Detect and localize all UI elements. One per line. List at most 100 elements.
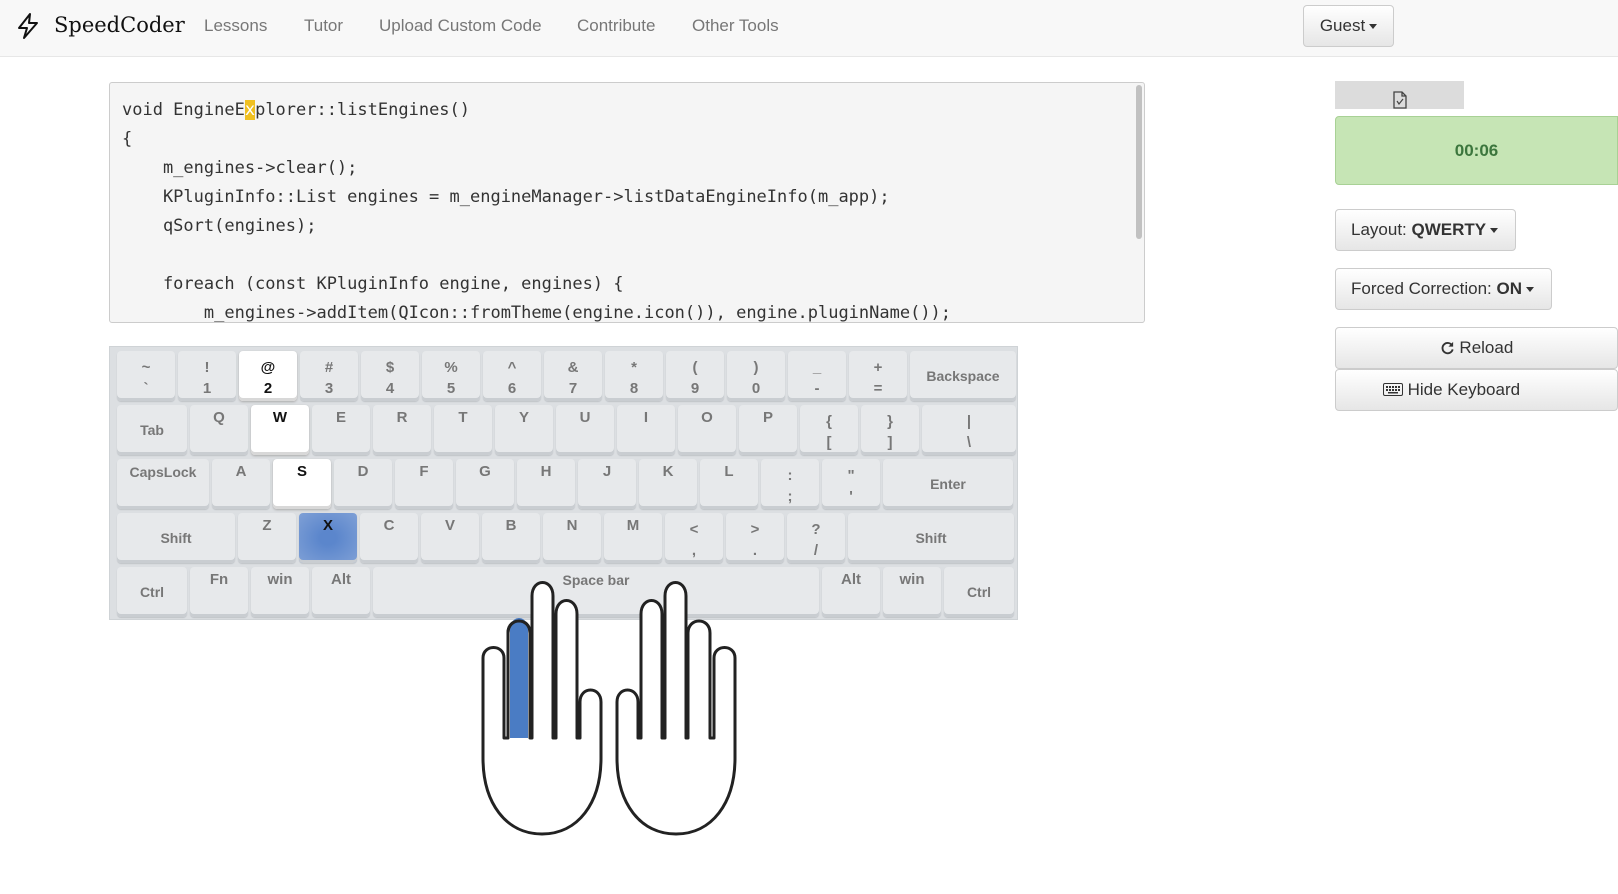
key-symbol[interactable]: >. [726,513,784,563]
key-d[interactable]: D [334,459,392,509]
nav-tutor[interactable]: Tutor [304,16,343,36]
key-shift-label: / [813,542,819,559]
key-v[interactable]: V [421,513,479,563]
key-symbol[interactable]: ! 1 [178,351,236,401]
key-label: > [750,521,760,538]
key-tab[interactable]: Tab [117,405,187,455]
key-f[interactable]: F [395,459,453,509]
nav-lessons[interactable]: Lessons [204,16,267,36]
key-alt[interactable]: Alt [822,567,880,617]
layout-dropdown[interactable]: Layout: QWERTY [1335,209,1516,251]
key-symbol[interactable]: <, [665,513,723,563]
key-symbol[interactable]: & 7 [544,351,602,401]
key-symbol[interactable]: :; [761,459,819,509]
reload-button[interactable]: Reload [1335,327,1618,369]
key-label: + [873,359,883,376]
key-symbol[interactable]: % 5 [422,351,480,401]
key-symbol[interactable]: _ - [788,351,846,401]
key-n[interactable]: N [543,513,601,563]
key-fn[interactable]: Fn [190,567,248,617]
key-ctrl[interactable]: Ctrl [944,567,1014,617]
user-menu-button[interactable]: Guest [1303,5,1394,47]
key-symbol[interactable]: ) 0 [727,351,785,401]
key-ctrl[interactable]: Ctrl [117,567,187,617]
key-shift[interactable]: Shift [117,513,235,563]
chevron-down-icon [1490,228,1499,234]
key-w[interactable]: W [251,405,309,455]
code-line: foreach (const KPluginInfo engine, engin… [122,270,951,299]
key-label: A [235,463,247,480]
key-shift-label: . [752,542,758,559]
key-o[interactable]: O [678,405,736,455]
key-label: ~ [141,359,151,376]
key-symbol[interactable]: $4 [361,351,419,401]
key-z[interactable]: Z [238,513,296,563]
key-win[interactable]: win [251,567,309,617]
key-symbol[interactable]: + = [849,351,907,401]
code-panel[interactable]: void EngineExplorer::listEngines(){ m_en… [109,82,1145,323]
key-shift-label: 2 [263,380,273,397]
key-shift-label: [ [826,434,832,451]
key-symbol[interactable]: (9 [666,351,724,401]
key-j[interactable]: J [578,459,636,509]
brand-name[interactable]: SpeedCoder [54,13,185,37]
key-symbol[interactable]: {[ [800,405,858,455]
code-line: { [122,125,951,154]
key-alt[interactable]: Alt [312,567,370,617]
key-e[interactable]: E [312,405,370,455]
key-capslock[interactable]: CapsLock [117,459,209,509]
right-hand [615,581,737,836]
key-c[interactable]: C [360,513,418,563]
key-label: U [579,409,591,426]
code-line: m_engines->clear(); [122,154,951,183]
key-i[interactable]: I [617,405,675,455]
key-p[interactable]: P [739,405,797,455]
key-g[interactable]: G [456,459,514,509]
code-text: KPluginInfo::List engines = m_engineMana… [122,187,890,207]
code-text: m_engines->addItem(QIcon::fromTheme(engi… [122,303,952,323]
key-m[interactable]: M [604,513,662,563]
key-symbol[interactable]: ~ ` [117,351,175,401]
key-r[interactable]: R [373,405,431,455]
key-label: R [396,409,408,426]
key-l[interactable]: L [700,459,758,509]
key-t[interactable]: T [434,405,492,455]
nav-upload-custom-code[interactable]: Upload Custom Code [379,16,542,36]
key-symbol[interactable]: * 8 [605,351,663,401]
key-shift-label: 6 [507,380,517,397]
key-shift[interactable]: Shift [848,513,1014,563]
nav-other-tools[interactable]: Other Tools [692,16,779,36]
key-symbol[interactable]: ^ 6 [483,351,541,401]
key-symbol[interactable]: }] [861,405,919,455]
key-symbol[interactable]: | \ [922,405,1016,455]
key-b[interactable]: B [482,513,540,563]
key-label: : [787,467,793,484]
layout-prefix: Layout: [1351,220,1412,239]
key-shift-label: ` [143,380,149,397]
key-label: N [566,517,578,534]
key-backspace[interactable]: Backspace [910,351,1016,401]
key-h[interactable]: H [517,459,575,509]
key-symbol[interactable]: @2 [239,351,297,401]
hide-keyboard-button[interactable]: Hide Keyboard [1335,369,1618,411]
key-x[interactable]: X [299,513,357,563]
key-shift-label: 7 [568,380,578,397]
key-win[interactable]: win [883,567,941,617]
key-q[interactable]: Q [190,405,248,455]
key-u[interactable]: U [556,405,614,455]
key-symbol[interactable]: ? / [787,513,845,563]
document-tab[interactable] [1335,81,1464,109]
key-symbol[interactable]: #3 [300,351,358,401]
code-scrollbar[interactable] [1136,85,1142,239]
key-symbol[interactable]: " ' [822,459,880,509]
key-enter[interactable]: Enter [883,459,1013,509]
key-k[interactable]: K [639,459,697,509]
forced-correction-dropdown[interactable]: Forced Correction: ON [1335,268,1552,310]
key-label: D [357,463,369,480]
key-y[interactable]: Y [495,405,553,455]
key-s[interactable]: S [273,459,331,509]
key-shift-label: - [814,380,820,397]
key-a[interactable]: A [212,459,270,509]
nav-contribute[interactable]: Contribute [577,16,655,36]
